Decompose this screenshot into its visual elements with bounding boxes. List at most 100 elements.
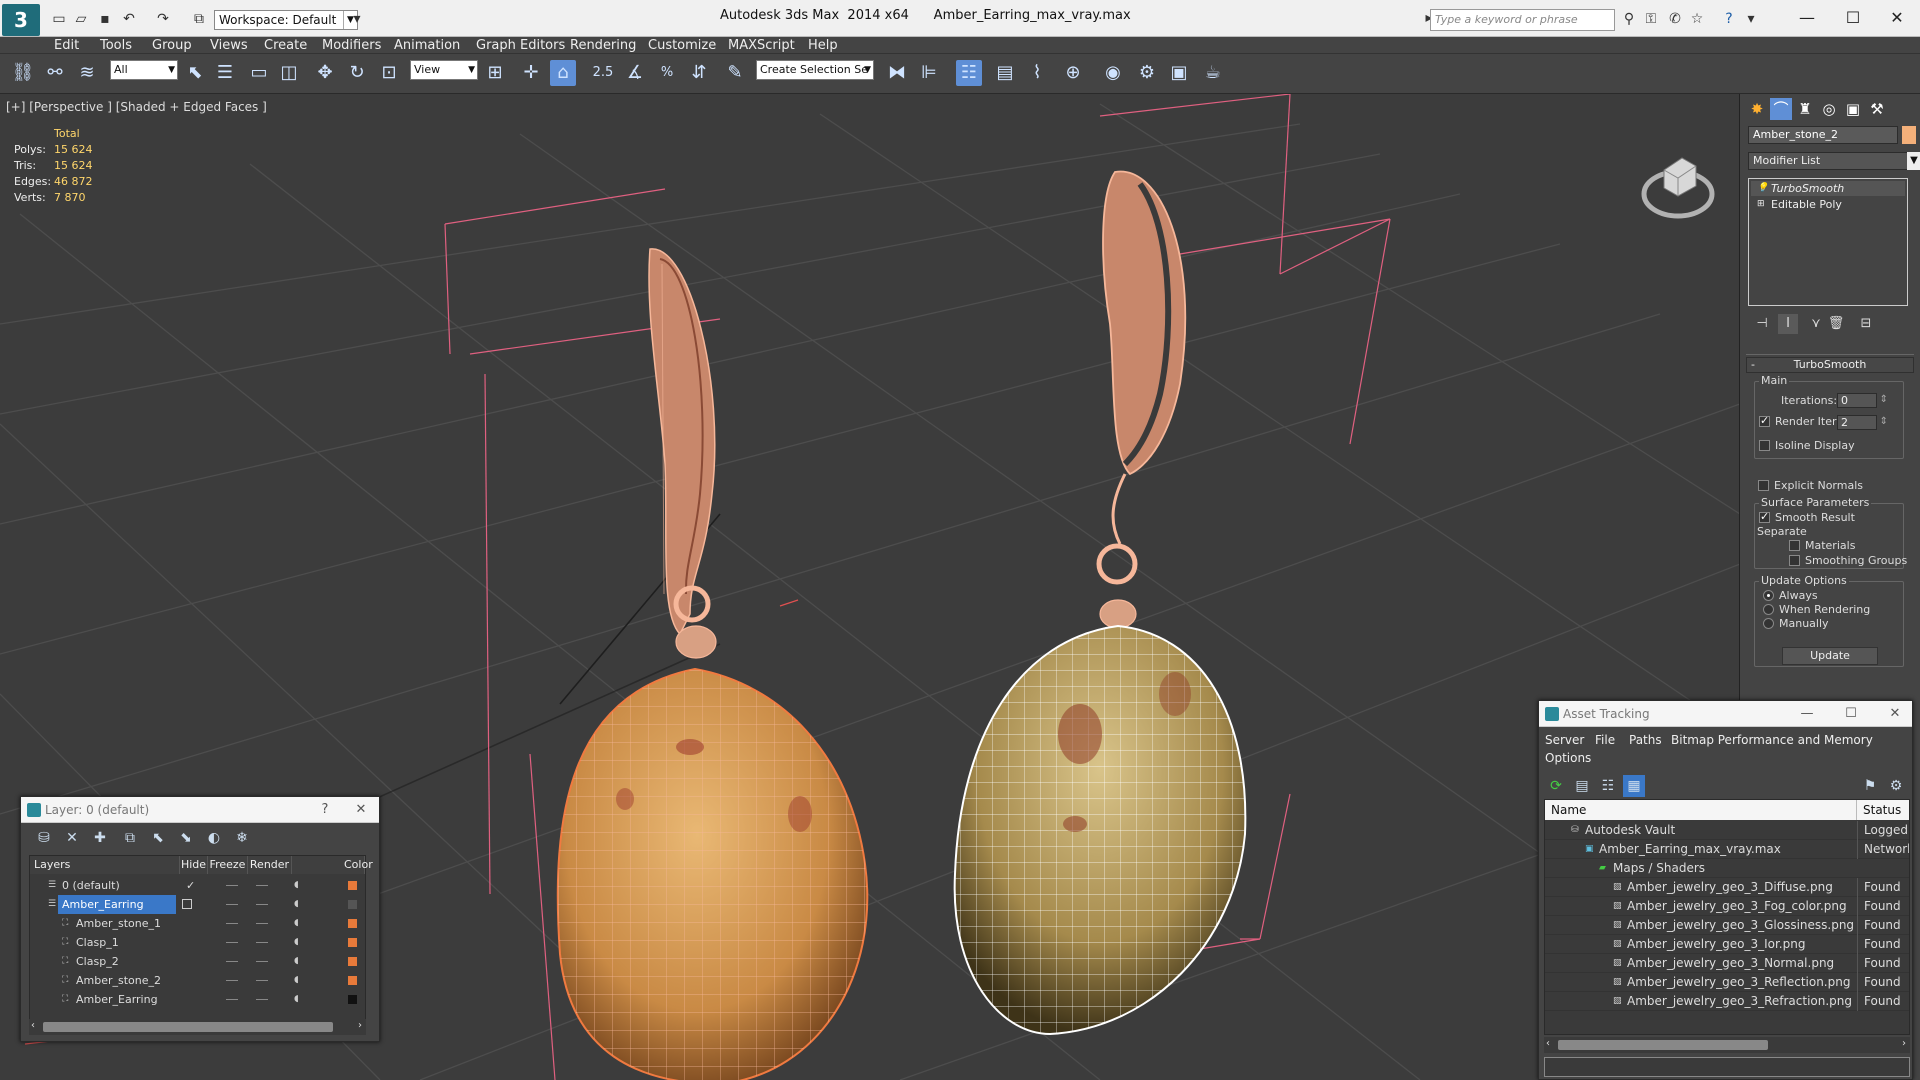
- freeze-toggle[interactable]: [256, 923, 268, 924]
- layer-color-swatch[interactable]: [348, 881, 357, 890]
- rendered-frame-window-icon[interactable]: ▣: [1166, 60, 1192, 86]
- scroll-thumb[interactable]: [1558, 1040, 1768, 1050]
- search-input[interactable]: Type a keyword or phrase: [1430, 9, 1615, 31]
- unlink-icon[interactable]: ⚯: [42, 60, 68, 86]
- asset-row[interactable]: ▧ Amber_jewelry_geo_3_Glossiness.png Fou…: [1545, 916, 1909, 935]
- bind-space-warp-icon[interactable]: ≋: [74, 60, 100, 86]
- asset-row[interactable]: ▧ Amber_jewelry_geo_3_Ior.png Found: [1545, 935, 1909, 954]
- expand-plus-icon[interactable]: ⊞: [1757, 199, 1765, 209]
- new-layer-icon[interactable]: ✚: [89, 827, 111, 849]
- asset-row[interactable]: ▧ Amber_jewelry_geo_3_Refraction.png Fou…: [1545, 992, 1909, 1011]
- redo-icon[interactable]: ↷: [154, 11, 172, 27]
- menu-graph-editors[interactable]: Graph Editors: [476, 37, 565, 54]
- favorites-star-icon[interactable]: ☆: [1688, 11, 1706, 27]
- edit-named-selection-icon[interactable]: ✎: [722, 60, 748, 86]
- save-icon[interactable]: ▪: [96, 11, 114, 27]
- rollout-header[interactable]: - TurboSmooth: [1746, 357, 1914, 373]
- layer-row[interactable]: ⛶ Clasp_1 ◖: [30, 933, 365, 952]
- col-header-render[interactable]: Render: [248, 856, 292, 874]
- col-header-status[interactable]: Status: [1857, 800, 1909, 820]
- stack-item-editable-poly[interactable]: ⊞ Editable Poly: [1751, 197, 1905, 212]
- reference-coord-dropdown[interactable]: View ▼: [410, 60, 478, 80]
- freeze-all-layers-icon[interactable]: ❄: [231, 827, 253, 849]
- material-editor-icon[interactable]: ◉: [1100, 60, 1126, 86]
- asset-row[interactable]: ▣ Amber_Earring_max_vray.max Network: [1545, 840, 1909, 859]
- render-teapot-icon[interactable]: ◖: [294, 976, 304, 985]
- minimize-button[interactable]: —: [1784, 4, 1830, 32]
- layer-color-swatch[interactable]: [348, 976, 357, 985]
- layer-color-swatch[interactable]: [348, 919, 357, 928]
- layer-manager-icon[interactable]: ☷: [956, 60, 982, 86]
- link-icon[interactable]: ⛓: [10, 60, 36, 86]
- render-teapot-icon[interactable]: ◖: [294, 938, 304, 947]
- maximize-button[interactable]: ☐: [1830, 4, 1876, 32]
- asset-row[interactable]: ▧ Amber_jewelry_geo_3_Diffuse.png Found: [1545, 878, 1909, 897]
- workspace-dropdown[interactable]: Workspace: Default ▼: [214, 10, 358, 30]
- col-header-hide[interactable]: Hide: [180, 856, 208, 874]
- freeze-toggle[interactable]: [256, 885, 268, 886]
- hide-toggle[interactable]: [226, 885, 238, 886]
- asset-settings-icon[interactable]: ⚙: [1885, 775, 1907, 797]
- render-teapot-icon[interactable]: ◖: [294, 919, 304, 928]
- menu-rendering[interactable]: Rendering: [570, 37, 636, 54]
- close-button[interactable]: ✕: [1874, 4, 1920, 32]
- layer-color-swatch[interactable]: [348, 957, 357, 966]
- scroll-right-icon[interactable]: ›: [358, 1020, 362, 1031]
- scroll-left-icon[interactable]: ‹: [1546, 1038, 1550, 1049]
- asset-row[interactable]: ⛁ Autodesk Vault Logged Ou: [1545, 821, 1909, 840]
- explicit-normals-checkbox[interactable]: [1758, 480, 1769, 491]
- help-dropdown-icon[interactable]: ▾: [1742, 11, 1760, 27]
- render-teapot-icon[interactable]: ◖: [294, 900, 304, 909]
- scroll-thumb[interactable]: [43, 1022, 333, 1032]
- layer-color-swatch[interactable]: [348, 938, 357, 947]
- viewport-label[interactable]: [+] [Perspective ] [Shaded + Edged Faces…: [6, 100, 267, 114]
- smoothing-groups-checkbox[interactable]: [1789, 555, 1800, 566]
- hide-toggle[interactable]: [226, 999, 238, 1000]
- project-folder-icon[interactable]: ⧉: [190, 11, 208, 27]
- schematic-view-icon[interactable]: ⊕: [1060, 60, 1086, 86]
- spinner-snap-icon[interactable]: ⇵: [686, 60, 712, 86]
- motion-tab-icon[interactable]: ◎: [1818, 98, 1840, 120]
- app-logo-button[interactable]: 3: [2, 4, 40, 36]
- selection-filter-dropdown[interactable]: All ▼: [110, 60, 178, 80]
- refresh-icon[interactable]: ⟳: [1545, 775, 1567, 797]
- hide-all-layers-icon[interactable]: ◐: [203, 827, 225, 849]
- move-icon[interactable]: ✥: [312, 60, 338, 86]
- hierarchy-tab-icon[interactable]: ♜: [1794, 98, 1816, 120]
- hide-toggle[interactable]: [226, 904, 238, 905]
- col-header-color[interactable]: Color: [292, 856, 373, 874]
- hide-toggle[interactable]: [226, 980, 238, 981]
- rotate-icon[interactable]: ↻: [344, 60, 370, 86]
- manually-radio[interactable]: [1763, 618, 1774, 629]
- menu-paths[interactable]: Paths: [1629, 733, 1662, 747]
- hide-toggle[interactable]: [226, 942, 238, 943]
- display-tab-icon[interactable]: ▣: [1842, 98, 1864, 120]
- percent-snap-icon[interactable]: %: [654, 60, 680, 86]
- open-file-icon[interactable]: ▱: [72, 11, 90, 27]
- asset-window-close-button[interactable]: ✕: [1881, 701, 1909, 727]
- list-view-icon[interactable]: ▤: [1571, 775, 1593, 797]
- remove-modifier-icon[interactable]: 🗑: [1826, 314, 1846, 334]
- layer-row[interactable]: ⛶ Amber_stone_1 ◖: [30, 914, 365, 933]
- layer-row[interactable]: ⛶ Clasp_2 ◖: [30, 952, 365, 971]
- render-setup-icon[interactable]: ⚙: [1134, 60, 1160, 86]
- asset-path-field[interactable]: [1544, 1057, 1910, 1077]
- materials-checkbox[interactable]: [1789, 540, 1800, 551]
- asset-window-maximize-button[interactable]: ☐: [1837, 701, 1865, 727]
- menu-customize[interactable]: Customize: [648, 37, 716, 54]
- stack-item-turbosmooth[interactable]: 💡 TurboSmooth: [1751, 181, 1905, 196]
- menu-file[interactable]: File: [1595, 733, 1615, 747]
- freeze-toggle[interactable]: [256, 904, 268, 905]
- align-icon[interactable]: ⊫: [916, 60, 942, 86]
- menu-server[interactable]: Server: [1545, 733, 1584, 747]
- communication-icon[interactable]: ✆: [1666, 11, 1684, 27]
- mirror-icon[interactable]: ⧓: [884, 60, 910, 86]
- always-radio[interactable]: [1763, 590, 1774, 601]
- menu-group[interactable]: Group: [152, 37, 192, 54]
- freeze-toggle[interactable]: [256, 942, 268, 943]
- table-view-icon[interactable]: ▦: [1623, 775, 1645, 797]
- render-iters-checkbox[interactable]: [1759, 414, 1770, 427]
- new-file-icon[interactable]: ▭: [50, 11, 68, 27]
- show-end-result-icon[interactable]: Ⅰ: [1778, 314, 1798, 334]
- menu-help[interactable]: Help: [808, 37, 838, 54]
